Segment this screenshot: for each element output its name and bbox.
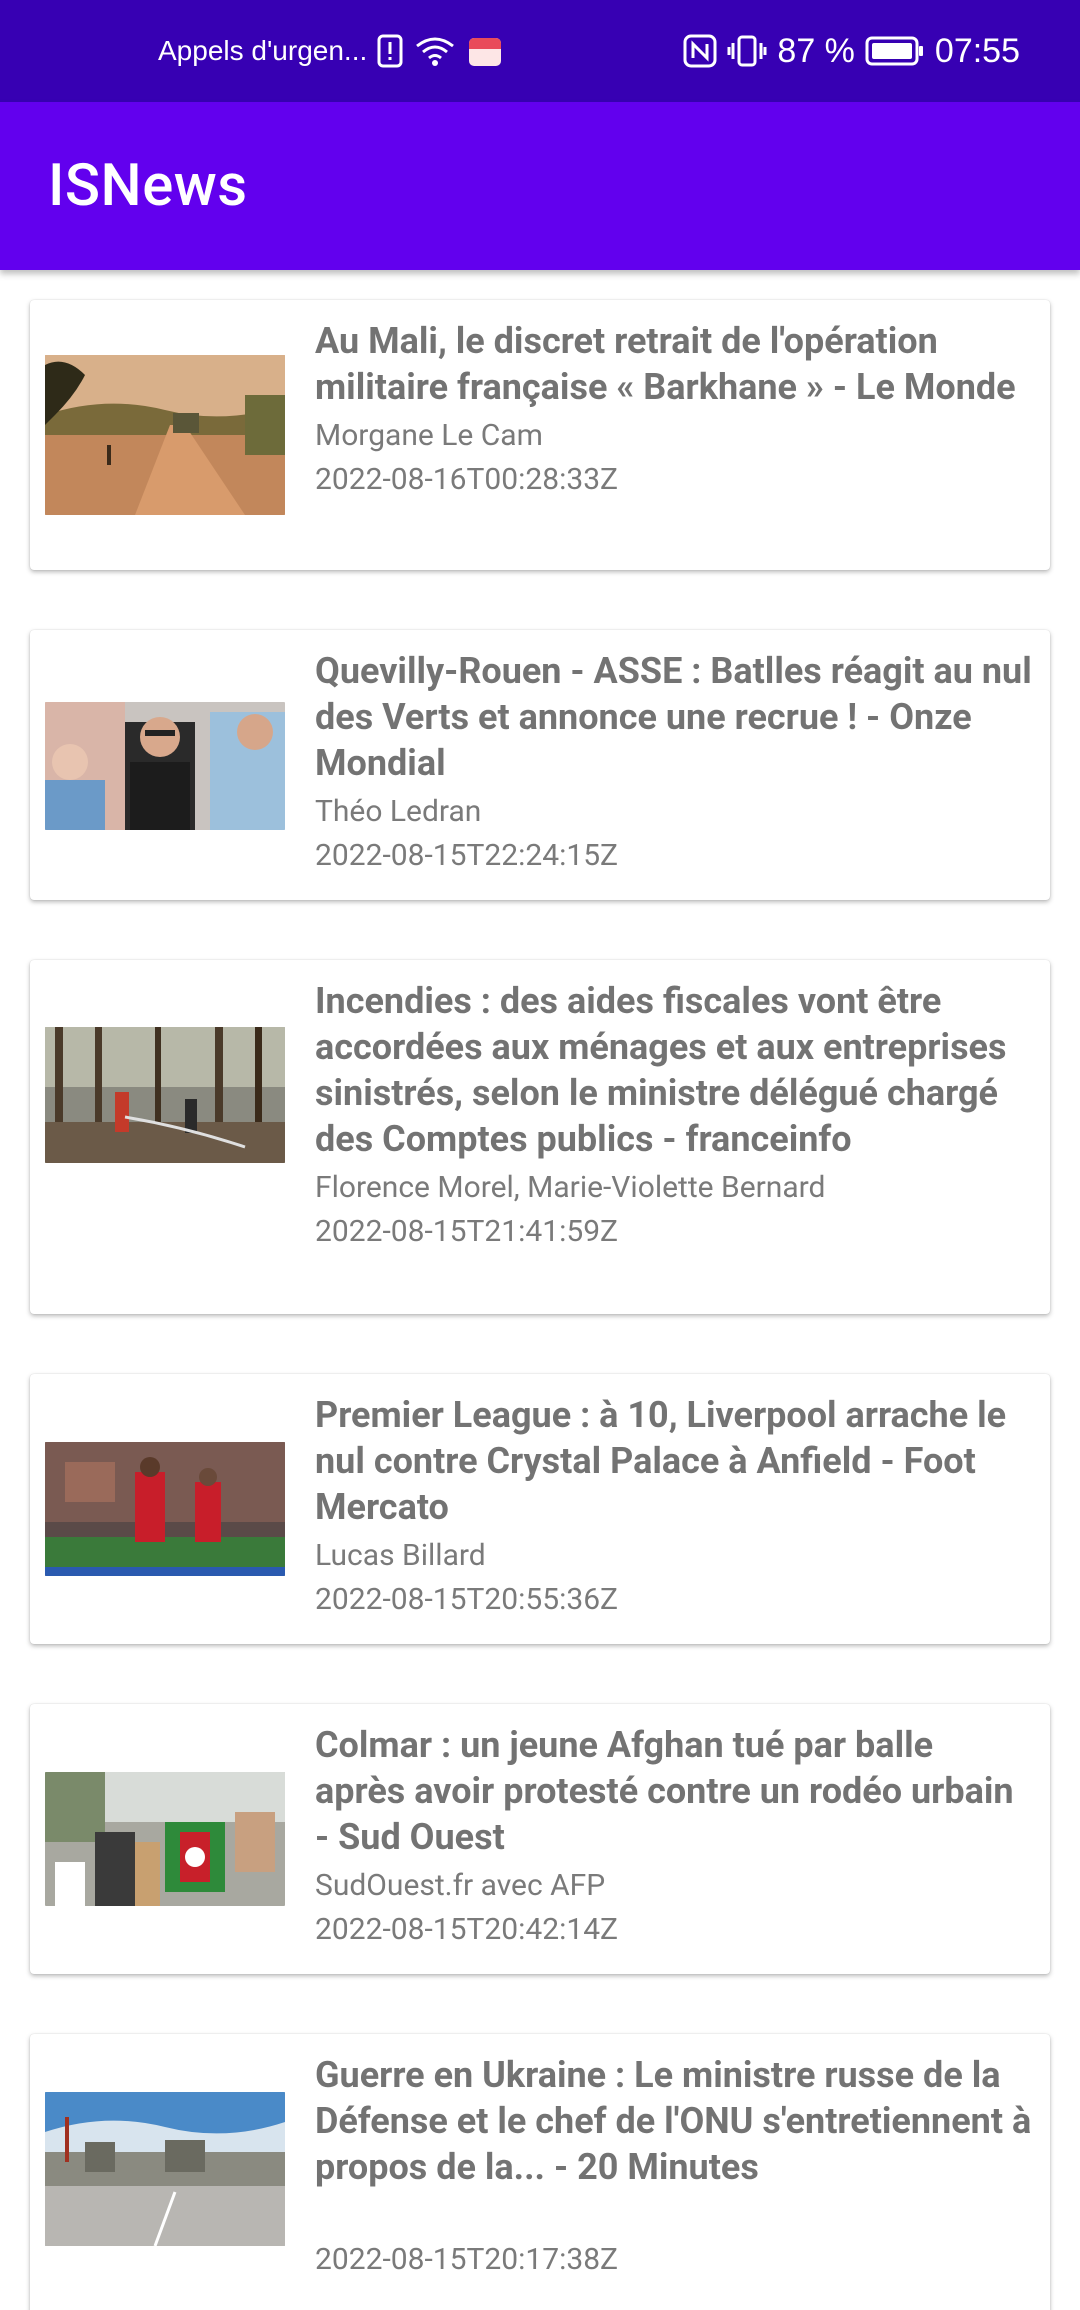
article-text: Incendies : des aides fiscales vont être… (315, 978, 1032, 1254)
alert-icon (377, 34, 403, 68)
article-date: 2022-08-15T20:17:38Z (315, 2242, 619, 2277)
article-thumbnail (45, 2092, 285, 2246)
battery-icon (865, 35, 925, 67)
article-title: Quevilly-Rouen - ASSE : Batlles réagit a… (315, 650, 1032, 784)
clock: 07:55 (934, 31, 1020, 70)
article-card[interactable]: Premier League : à 10, Liverpool arrache… (30, 1374, 1050, 1644)
article-thumbnail (45, 1442, 285, 1576)
article-thumbnail (45, 1772, 285, 1906)
article-text: Premier League : à 10, Liverpool arrache… (315, 1392, 1032, 1622)
article-date: 2022-08-15T21:41:59Z (315, 1214, 619, 1249)
article-thumbnail (45, 702, 285, 830)
article-date: 2022-08-16T00:28:33Z (315, 462, 619, 497)
article-date: 2022-08-15T20:42:14Z (315, 1912, 619, 1947)
article-thumbnail (45, 355, 285, 515)
article-text: Colmar : un jeune Afghan tué par balle a… (315, 1722, 1032, 1952)
article-thumbnail (45, 1027, 285, 1163)
article-title: Au Mali, le discret retrait de l'opérati… (315, 320, 1016, 408)
article-text: Au Mali, le discret retrait de l'opérati… (315, 318, 1032, 502)
article-author (315, 2194, 1032, 2238)
status-bar-left: Appels d'urgen... (158, 0, 503, 102)
article-card[interactable]: Incendies : des aides fiscales vont être… (30, 960, 1050, 1314)
article-title: Incendies : des aides fiscales vont être… (315, 980, 1007, 1160)
article-author: SudOuest.fr avec AFP (315, 1868, 606, 1903)
article-card[interactable]: Guerre en Ukraine : Le ministre russe de… (30, 2034, 1050, 2310)
vibrate-icon (727, 34, 767, 68)
article-title: Guerre en Ukraine : Le ministre russe de… (315, 2054, 1032, 2188)
article-title: Colmar : un jeune Afghan tué par balle a… (315, 1724, 1014, 1858)
article-author: Morgane Le Cam (315, 418, 543, 453)
article-date: 2022-08-15T20:55:36Z (315, 1582, 619, 1617)
article-list[interactable]: Au Mali, le discret retrait de l'opérati… (0, 270, 1080, 2310)
article-card[interactable]: Quevilly-Rouen - ASSE : Batlles réagit a… (30, 630, 1050, 900)
article-text: Quevilly-Rouen - ASSE : Batlles réagit a… (315, 648, 1032, 878)
article-text: Guerre en Ukraine : Le ministre russe de… (315, 2052, 1032, 2282)
article-card[interactable]: Colmar : un jeune Afghan tué par balle a… (30, 1704, 1050, 1974)
carrier-text: Appels d'urgen... (158, 35, 368, 66)
status-bar: Appels d'urgen... 87 % 07:55 (0, 0, 1080, 102)
app-title: ISNews (48, 152, 248, 220)
wifi-icon (413, 34, 457, 68)
article-card[interactable]: Au Mali, le discret retrait de l'opérati… (30, 300, 1050, 570)
status-bar-right: 87 % 07:55 (683, 0, 1020, 102)
nfc-icon (683, 34, 717, 68)
article-author: Florence Morel, Marie-Violette Bernard (315, 1170, 826, 1205)
calendar-app-icon (467, 34, 503, 68)
app-bar: ISNews (0, 102, 1080, 270)
battery-percent: 87 % (777, 31, 855, 70)
article-title: Premier League : à 10, Liverpool arrache… (315, 1394, 1007, 1528)
article-date: 2022-08-15T22:24:15Z (315, 838, 619, 873)
article-author: Théo Ledran (315, 794, 482, 829)
article-author: Lucas Billard (315, 1538, 486, 1573)
